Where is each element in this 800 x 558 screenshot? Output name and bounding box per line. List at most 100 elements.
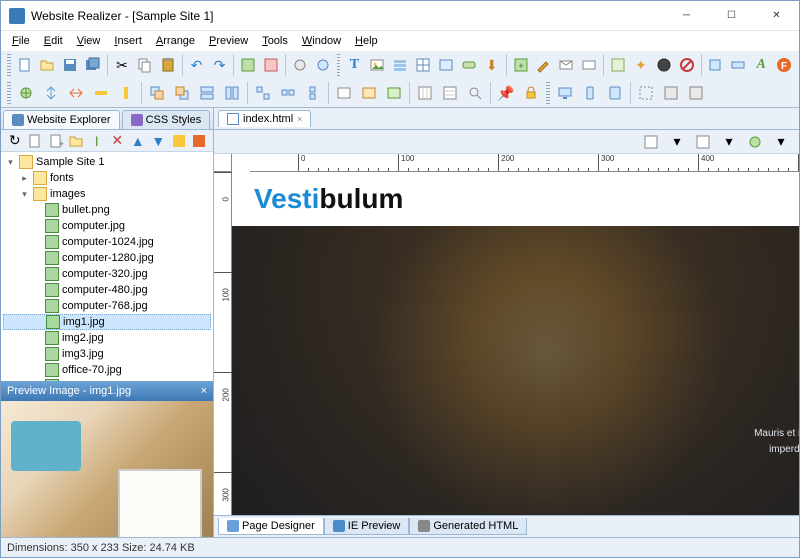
explorer-opt-b-icon[interactable] xyxy=(190,131,210,151)
tree-file[interactable]: computer-1024.jpg xyxy=(3,234,211,250)
menu-preview[interactable]: Preview xyxy=(202,33,255,49)
open-icon[interactable] xyxy=(37,53,59,77)
menu-arrange[interactable]: Arrange xyxy=(149,33,202,49)
device-b-icon[interactable] xyxy=(578,81,602,105)
explorer-add-icon[interactable]: + xyxy=(46,131,66,151)
tool-d-icon[interactable] xyxy=(312,53,334,77)
text-icon[interactable]: T xyxy=(343,53,365,77)
device-a-icon[interactable] xyxy=(553,81,577,105)
comp-b-icon[interactable] xyxy=(532,53,554,77)
tab-close-icon[interactable]: × xyxy=(297,114,302,124)
explorer-refresh-icon[interactable]: ↻ xyxy=(5,131,25,151)
style-a-icon[interactable]: A xyxy=(750,53,772,77)
view-e-icon[interactable] xyxy=(743,130,767,154)
view-f-icon[interactable]: ▾ xyxy=(769,130,793,154)
design-canvas[interactable]: Vestibulum Menu Item Menu Item PROIN A I… xyxy=(232,172,799,515)
file-tree[interactable]: ▾Sample Site 1 ▸fonts ▾images bullet.png… xyxy=(1,152,213,381)
zoom-icon[interactable] xyxy=(463,81,487,105)
tool-b-icon[interactable] xyxy=(260,53,282,77)
form-icon[interactable] xyxy=(435,53,457,77)
explorer-delete-icon[interactable]: ✕ xyxy=(108,131,128,151)
widget-b-icon[interactable]: ✦ xyxy=(630,53,652,77)
paste-icon[interactable] xyxy=(157,53,179,77)
align-c-icon[interactable] xyxy=(64,81,88,105)
grid-b-icon[interactable] xyxy=(438,81,462,105)
cut-icon[interactable]: ✂ xyxy=(111,53,133,77)
view-a-icon[interactable] xyxy=(639,130,663,154)
widget-a-icon[interactable] xyxy=(607,53,629,77)
tool-a-icon[interactable] xyxy=(237,53,259,77)
view-b-icon[interactable]: ▾ xyxy=(665,130,689,154)
device-c-icon[interactable] xyxy=(603,81,627,105)
btab-ie-preview[interactable]: IE Preview xyxy=(324,518,410,535)
doc-tab-index[interactable]: index.html × xyxy=(218,110,311,127)
pin-icon[interactable]: 📌 xyxy=(494,81,518,105)
tree-file[interactable]: img1.jpg xyxy=(3,314,211,330)
order-a-icon[interactable] xyxy=(332,81,356,105)
explorer-down-icon[interactable]: ▼ xyxy=(149,131,169,151)
extra-a-icon[interactable] xyxy=(659,81,683,105)
style-f-icon[interactable]: F xyxy=(773,53,795,77)
save-all-icon[interactable] xyxy=(82,53,104,77)
tree-file[interactable]: office-70.jpg xyxy=(3,362,211,378)
tree-root[interactable]: ▾Sample Site 1 xyxy=(3,154,211,170)
preview-close-icon[interactable]: × xyxy=(201,385,207,397)
view-c-icon[interactable] xyxy=(691,130,715,154)
explorer-up-icon[interactable]: ▲ xyxy=(128,131,148,151)
align-e-icon[interactable] xyxy=(114,81,138,105)
explorer-opt-a-icon[interactable] xyxy=(169,131,189,151)
tree-file[interactable]: computer-480.jpg xyxy=(3,282,211,298)
group-b-icon[interactable] xyxy=(276,81,300,105)
layer-d-icon[interactable] xyxy=(220,81,244,105)
menu-help[interactable]: Help xyxy=(348,33,385,49)
close-button[interactable]: ✕ xyxy=(754,2,799,30)
tab-css-styles[interactable]: CSS Styles xyxy=(122,110,211,129)
menu-tools[interactable]: Tools xyxy=(255,33,295,49)
table-icon[interactable] xyxy=(412,53,434,77)
tree-file[interactable]: img3.jpg xyxy=(3,346,211,362)
tree-file[interactable]: img2.jpg xyxy=(3,330,211,346)
layer-c-icon[interactable] xyxy=(195,81,219,105)
select-icon[interactable] xyxy=(634,81,658,105)
align-b-icon[interactable] xyxy=(39,81,63,105)
nav-icon[interactable] xyxy=(389,53,411,77)
comp-c-icon[interactable] xyxy=(555,53,577,77)
button-icon[interactable] xyxy=(458,53,480,77)
menu-window[interactable]: Window xyxy=(295,33,348,49)
tree-file[interactable]: bullet.png xyxy=(3,202,211,218)
shape-b-icon[interactable] xyxy=(727,53,749,77)
tree-file[interactable]: computer-768.jpg xyxy=(3,298,211,314)
tool-c-icon[interactable] xyxy=(289,53,311,77)
explorer-folder-icon[interactable] xyxy=(67,131,87,151)
grid-a-icon[interactable] xyxy=(413,81,437,105)
minimize-button[interactable]: ─ xyxy=(664,2,709,30)
maximize-button[interactable]: ☐ xyxy=(709,2,754,30)
menu-edit[interactable]: Edit xyxy=(37,33,70,49)
copy-icon[interactable] xyxy=(134,53,156,77)
new-icon[interactable] xyxy=(14,53,36,77)
align-d-icon[interactable] xyxy=(89,81,113,105)
widget-d-icon[interactable] xyxy=(676,53,698,77)
shape-a-icon[interactable] xyxy=(705,53,727,77)
lock-icon[interactable] xyxy=(519,81,543,105)
link-icon[interactable]: ⬇ xyxy=(481,53,503,77)
tree-file[interactable]: computer-1280.jpg xyxy=(3,250,211,266)
redo-icon[interactable]: ↷ xyxy=(209,53,231,77)
layer-a-icon[interactable] xyxy=(145,81,169,105)
order-c-icon[interactable] xyxy=(382,81,406,105)
save-icon[interactable] xyxy=(59,53,81,77)
btab-generated-html[interactable]: Generated HTML xyxy=(409,518,527,535)
tree-file[interactable]: computer-320.jpg xyxy=(3,266,211,282)
menu-file[interactable]: File xyxy=(5,33,37,49)
group-a-icon[interactable] xyxy=(251,81,275,105)
tree-folder-images[interactable]: ▾images xyxy=(3,186,211,202)
extra-b-icon[interactable] xyxy=(684,81,708,105)
tree-file[interactable]: computer.jpg xyxy=(3,218,211,234)
view-d-icon[interactable]: ▾ xyxy=(717,130,741,154)
layer-b-icon[interactable] xyxy=(170,81,194,105)
tree-folder-fonts[interactable]: ▸fonts xyxy=(3,170,211,186)
order-b-icon[interactable] xyxy=(357,81,381,105)
explorer-new-icon[interactable] xyxy=(26,131,46,151)
align-a-icon[interactable] xyxy=(14,81,38,105)
tab-website-explorer[interactable]: Website Explorer xyxy=(3,110,120,129)
